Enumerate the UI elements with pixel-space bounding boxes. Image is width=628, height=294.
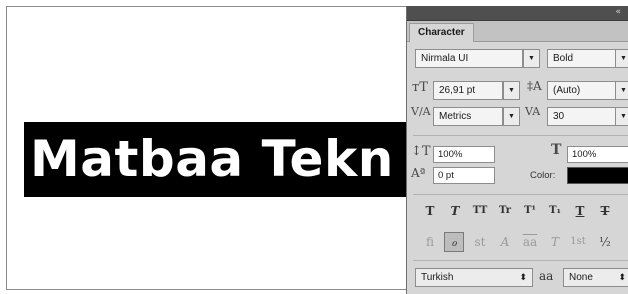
faux-bold-button[interactable]: T	[420, 201, 440, 221]
kerning-dropdown[interactable]: Metrics	[433, 107, 503, 126]
font-style-arrow-icon[interactable]: ▼	[615, 49, 628, 68]
tab-character[interactable]: Character	[409, 23, 474, 42]
fractions-button[interactable]: ½	[595, 232, 615, 252]
font-family-arrow-icon[interactable]: ▼	[523, 49, 540, 68]
collapse-icon[interactable]: «	[615, 7, 621, 17]
font-size-field[interactable]: 26,91 pt	[433, 81, 503, 100]
leading-arrow-icon[interactable]: ▼	[615, 81, 628, 100]
divider	[413, 194, 628, 195]
antialias-icon: aa	[539, 269, 554, 283]
horizontal-scale-icon: T	[551, 142, 562, 158]
baseline-shift-field[interactable]: 0 pt	[433, 167, 495, 184]
tab-strip: Character	[407, 21, 628, 42]
language-arrow-icon: ⬍	[519, 272, 527, 282]
font-size-icon: ᴛT	[412, 80, 428, 95]
swash-button[interactable]: A	[495, 232, 515, 252]
leading-icon: ‡A	[527, 79, 542, 93]
superscript-button[interactable]: T¹	[520, 201, 540, 221]
language-value: Turkish	[421, 272, 454, 283]
antialias-value: None	[569, 272, 593, 283]
divider	[413, 260, 628, 261]
kerning-icon: V/A	[411, 105, 431, 118]
tracking-arrow-icon[interactable]: ▼	[615, 107, 628, 126]
panel-title-bar[interactable]: «	[407, 6, 628, 21]
subscript-button[interactable]: T₁	[545, 201, 565, 221]
small-caps-button[interactable]: Tr	[495, 201, 515, 221]
ligatures-button[interactable]: fi	[420, 232, 440, 252]
faux-italic-button[interactable]: T	[445, 201, 465, 221]
baseline-shift-icon: Aª	[411, 166, 426, 180]
titling-alternates-button[interactable]: T	[545, 232, 565, 252]
contextual-alternates-button[interactable]: st	[470, 232, 490, 252]
leading-field[interactable]: (Auto)	[547, 81, 617, 100]
underline-button[interactable]: T	[570, 201, 590, 221]
font-family-dropdown[interactable]: Nirmala UI	[415, 49, 523, 68]
strikethrough-button[interactable]: T	[595, 201, 615, 221]
font-style-dropdown[interactable]: Bold	[547, 49, 617, 68]
vertical-scale-field[interactable]: 100%	[433, 146, 495, 163]
tracking-field[interactable]: 30	[547, 107, 617, 126]
kerning-arrow-icon[interactable]: ▼	[503, 107, 520, 126]
discretionary-ligatures-button[interactable]: ℴ	[444, 232, 464, 252]
language-dropdown[interactable]: Turkish ⬍	[415, 268, 533, 287]
font-size-arrow-icon[interactable]: ▼	[503, 81, 520, 100]
color-swatch[interactable]	[567, 167, 628, 184]
tracking-icon: VA	[525, 105, 541, 118]
all-caps-button[interactable]: TT	[470, 201, 490, 221]
stylistic-alternates-button[interactable]: aa	[520, 232, 540, 252]
horizontal-scale-field[interactable]: 100%	[567, 146, 628, 163]
antialias-dropdown[interactable]: None ⬍	[563, 268, 628, 287]
ordinals-button[interactable]: 1st	[568, 232, 588, 252]
type-layer-text[interactable]: Matbaa Tekn	[30, 122, 394, 197]
antialias-arrow-icon: ⬍	[618, 272, 626, 282]
type-layer-highlight[interactable]: Matbaa Tekn	[24, 122, 406, 197]
color-label: Color:	[530, 170, 556, 181]
divider	[413, 135, 628, 136]
character-panel: « Character Nirmala UI ▼ Bold ▼ ᴛT 26,91…	[406, 6, 628, 294]
vertical-scale-icon: ↕T	[411, 144, 431, 159]
